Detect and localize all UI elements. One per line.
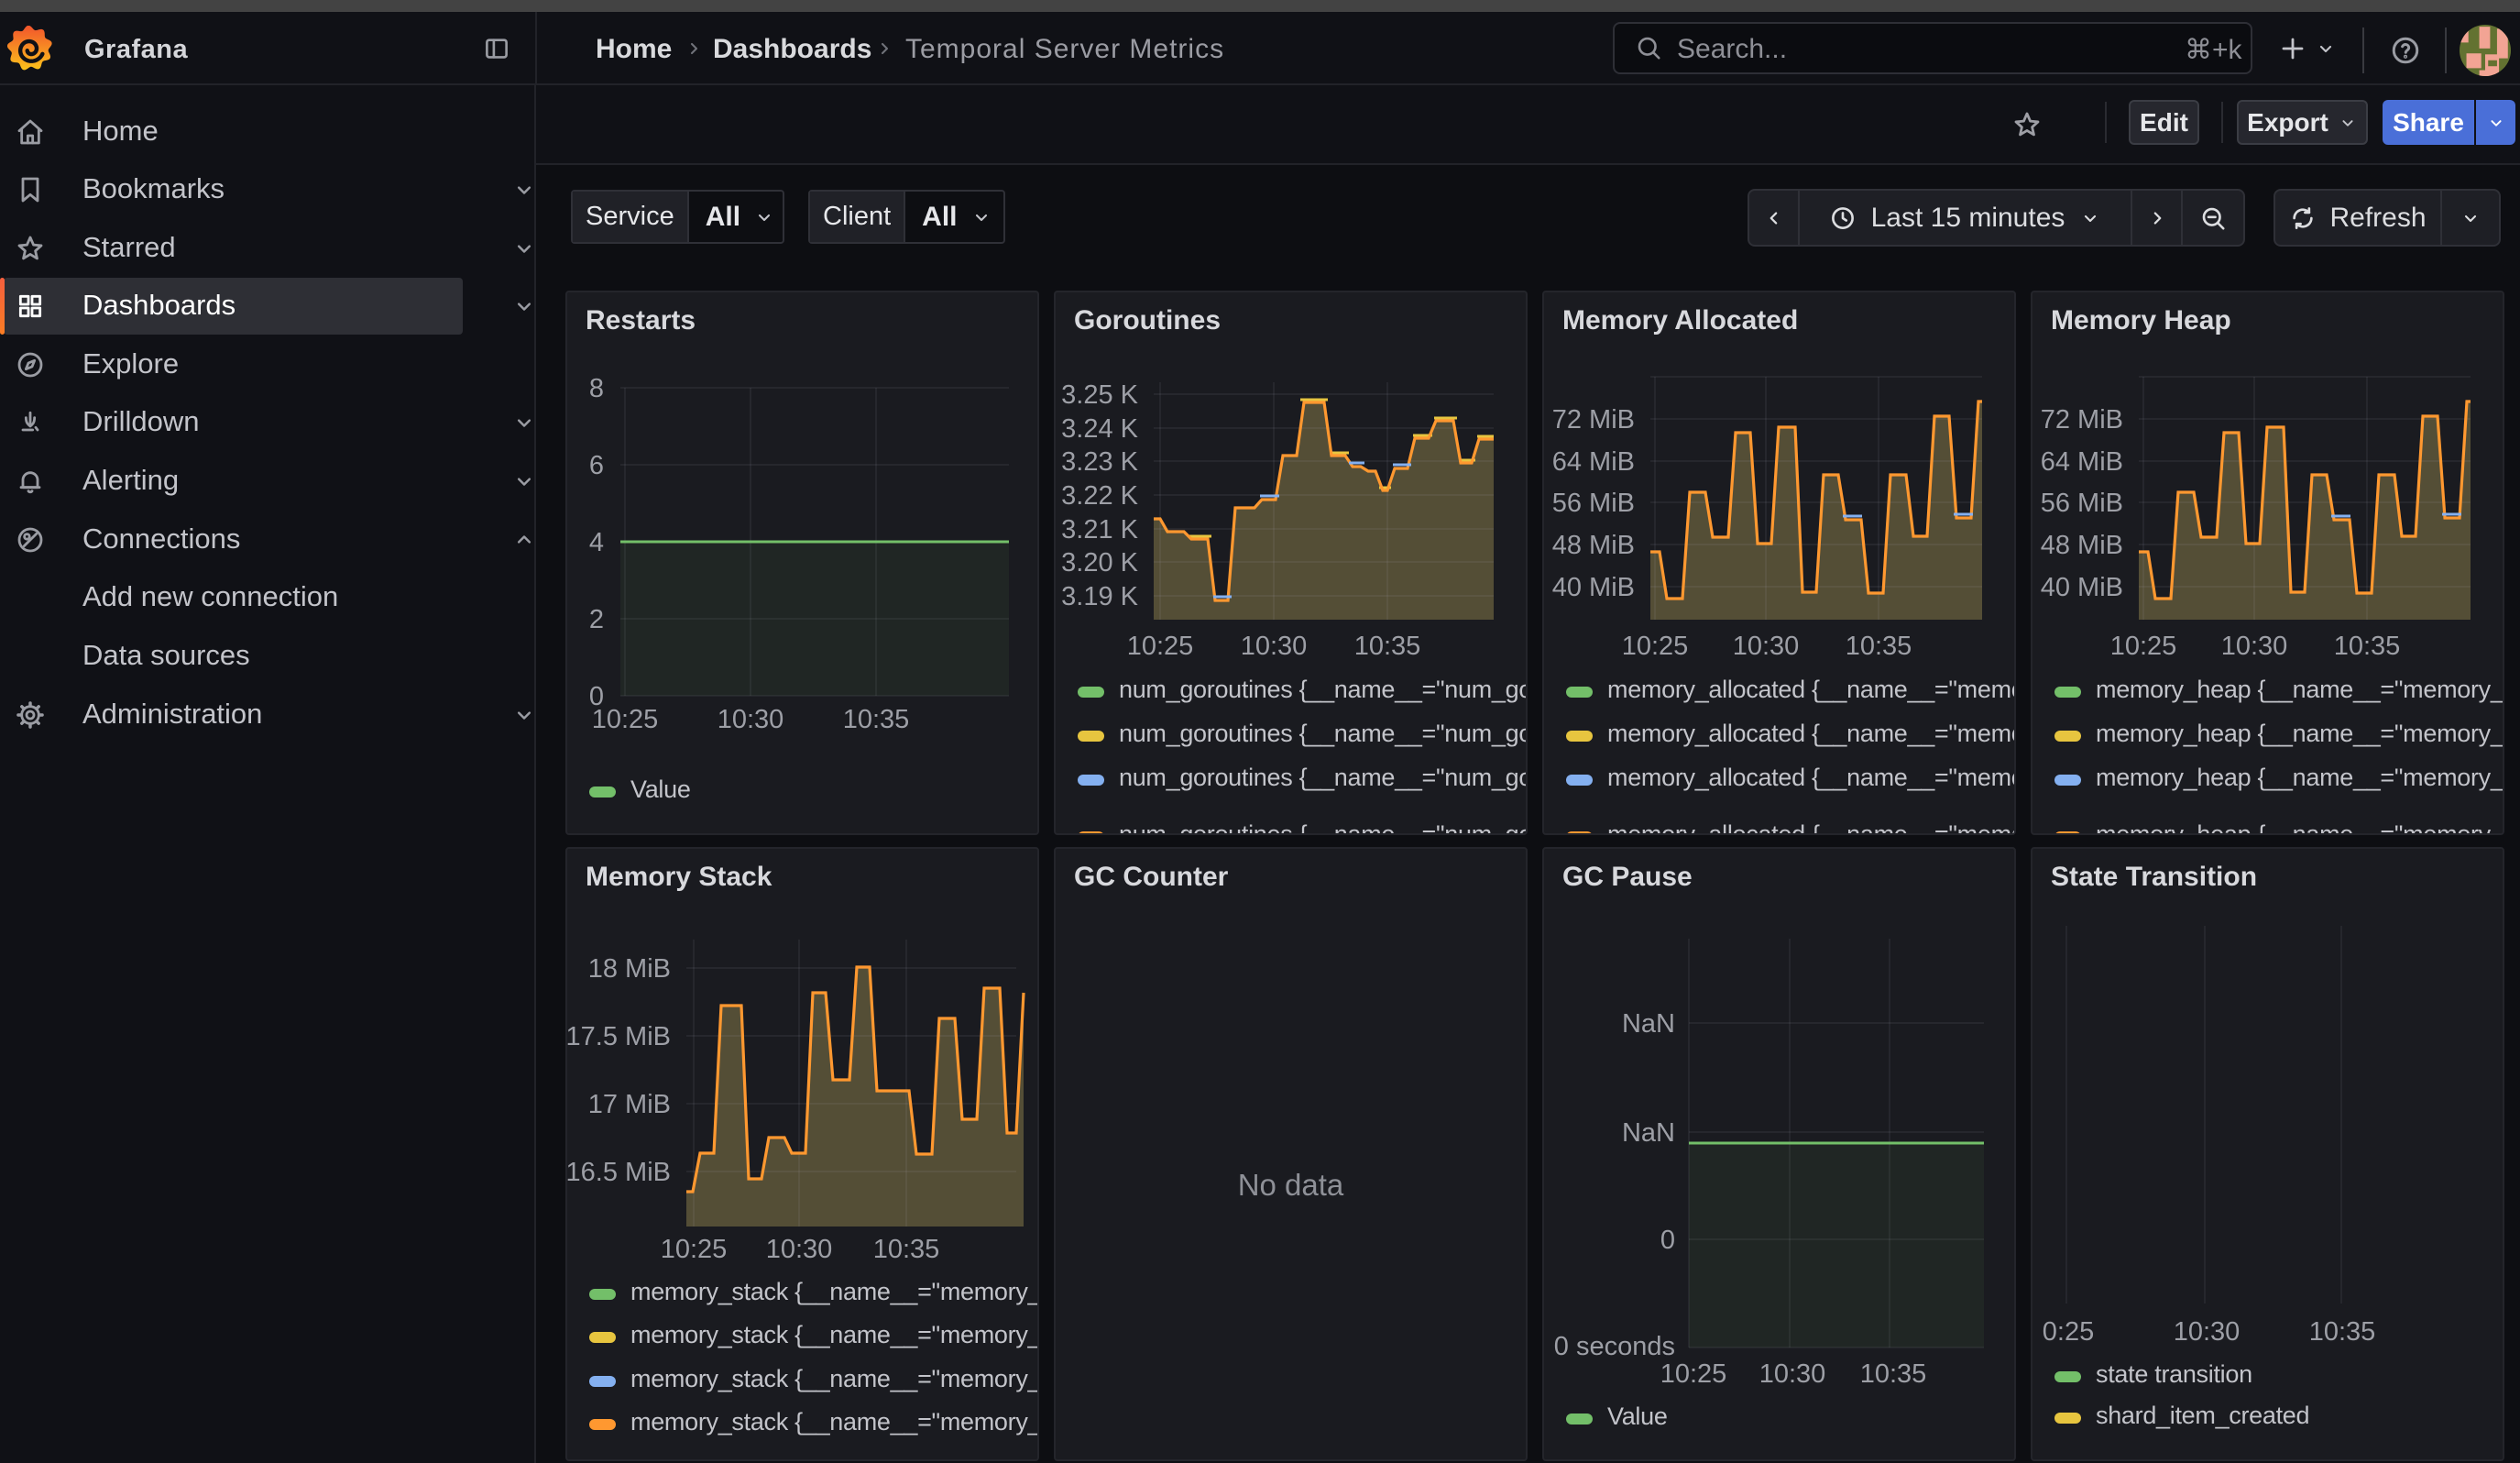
svg-text:10:35: 10:35 [1860, 1359, 1927, 1389]
svg-text:0:25: 0:25 [2043, 1317, 2094, 1347]
svg-text:10:30: 10:30 [766, 1235, 833, 1264]
svg-text:56 MiB: 56 MiB [1552, 489, 1635, 518]
svg-text:10:30: 10:30 [1759, 1359, 1826, 1389]
svg-text:10:35: 10:35 [2334, 632, 2401, 661]
svg-text:10:25: 10:25 [2110, 632, 2177, 661]
svg-text:4: 4 [589, 528, 604, 557]
svg-text:56 MiB: 56 MiB [2041, 489, 2123, 518]
svg-text:17 MiB: 17 MiB [588, 1090, 671, 1119]
svg-text:48 MiB: 48 MiB [1552, 531, 1635, 560]
svg-text:10:25: 10:25 [1127, 632, 1194, 661]
svg-text:2: 2 [589, 605, 604, 634]
svg-text:10:30: 10:30 [1733, 632, 1800, 661]
svg-text:8: 8 [589, 374, 604, 403]
svg-text:64 MiB: 64 MiB [1552, 447, 1635, 477]
svg-text:10:25: 10:25 [661, 1235, 728, 1264]
svg-text:16.5 MiB: 16.5 MiB [567, 1158, 671, 1187]
svg-text:10:30: 10:30 [718, 705, 784, 734]
svg-text:3.19 K: 3.19 K [1061, 582, 1138, 611]
svg-text:10:30: 10:30 [2174, 1317, 2241, 1347]
svg-text:NaN: NaN [1622, 1009, 1675, 1039]
svg-text:18 MiB: 18 MiB [588, 954, 671, 984]
svg-text:10:25: 10:25 [1622, 632, 1689, 661]
svg-text:40 MiB: 40 MiB [1552, 573, 1635, 602]
svg-text:72 MiB: 72 MiB [1552, 405, 1635, 434]
svg-text:3.23 K: 3.23 K [1061, 447, 1138, 477]
svg-text:17.5 MiB: 17.5 MiB [567, 1022, 671, 1051]
svg-text:0: 0 [1660, 1226, 1675, 1255]
svg-text:6: 6 [589, 451, 604, 480]
svg-text:10:30: 10:30 [2221, 632, 2288, 661]
svg-text:10:25: 10:25 [592, 705, 659, 734]
svg-text:3.21 K: 3.21 K [1061, 515, 1138, 544]
svg-text:10:35: 10:35 [2309, 1317, 2376, 1347]
svg-text:10:35: 10:35 [1846, 632, 1912, 661]
svg-text:10:25: 10:25 [1660, 1359, 1727, 1389]
svg-text:3.25 K: 3.25 K [1061, 380, 1138, 410]
svg-text:10:35: 10:35 [1354, 632, 1421, 661]
svg-text:3.24 K: 3.24 K [1061, 414, 1138, 444]
svg-text:64 MiB: 64 MiB [2041, 447, 2123, 477]
svg-text:72 MiB: 72 MiB [2041, 405, 2123, 434]
svg-text:10:35: 10:35 [843, 705, 910, 734]
svg-text:3.22 K: 3.22 K [1061, 481, 1138, 511]
svg-text:0 seconds: 0 seconds [1554, 1332, 1675, 1361]
svg-text:NaN: NaN [1622, 1118, 1675, 1148]
svg-text:48 MiB: 48 MiB [2041, 531, 2123, 560]
svg-text:40 MiB: 40 MiB [2041, 573, 2123, 602]
svg-text:10:35: 10:35 [873, 1235, 940, 1264]
svg-text:10:30: 10:30 [1241, 632, 1308, 661]
svg-text:3.20 K: 3.20 K [1061, 548, 1138, 578]
